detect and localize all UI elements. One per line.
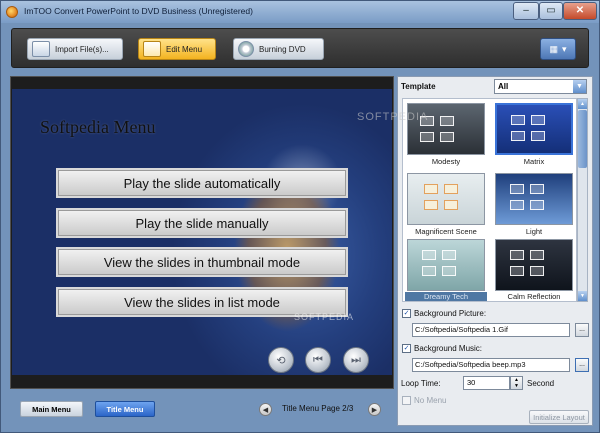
- template-scrollbar[interactable]: ▲ ▼: [577, 98, 588, 302]
- template-name[interactable]: Modesty: [405, 157, 487, 166]
- thumb-frame: [440, 132, 454, 142]
- loop-time-unit: Second: [527, 379, 555, 388]
- background-picture-field[interactable]: C:/Softpedia/Softpedia 1.Gif: [412, 323, 570, 337]
- toolbar: Import File(s)... Edit Menu Burning DVD …: [11, 28, 589, 68]
- app-window: ImTOO Convert PowerPoint to DVD Business…: [0, 0, 600, 433]
- browse-picture-button[interactable]: ...: [575, 323, 589, 337]
- thumb-frame: [510, 250, 524, 260]
- prev-page-icon[interactable]: ◀: [259, 403, 272, 416]
- thumb-frame: [444, 184, 458, 194]
- view-layout-button[interactable]: ▦ ▾: [540, 38, 576, 60]
- maximize-button[interactable]: ▭: [539, 2, 563, 20]
- thumb-frame: [530, 250, 544, 260]
- background-music-field[interactable]: C:/Softpedia/Softpedia beep.mp3: [412, 358, 570, 372]
- page-indicator: Title Menu Page 2/3: [282, 404, 354, 413]
- chevron-down-icon: ▼: [573, 80, 586, 93]
- edit-menu-icon: [143, 41, 161, 57]
- template-thumb-light[interactable]: [495, 173, 573, 225]
- thumb-frame: [510, 200, 524, 210]
- thumb-frame: [440, 116, 454, 126]
- menu-preview-canvas: Softpedia Menu Play the slide automatica…: [12, 89, 392, 375]
- template-filter-select[interactable]: All ▼: [494, 79, 587, 94]
- thumb-frame: [530, 266, 544, 276]
- minimize-button[interactable]: –: [513, 2, 539, 20]
- app-logo-icon: [6, 6, 18, 18]
- template-name[interactable]: Light: [493, 227, 575, 236]
- thumb-frame: [442, 250, 456, 260]
- scroll-up-icon[interactable]: ▲: [578, 99, 587, 109]
- template-name[interactable]: Calm Reflection: [493, 292, 575, 301]
- edit-menu-label: Edit Menu: [166, 44, 203, 54]
- main-menu-button[interactable]: Main Menu: [20, 401, 83, 417]
- template-filter-value: All: [498, 82, 509, 91]
- thumb-frame: [510, 266, 524, 276]
- menu-item-thumbnail-mode[interactable]: View the slides in thumbnail mode: [56, 247, 348, 277]
- thumb-frame: [422, 250, 436, 260]
- template-label: Template: [401, 82, 436, 91]
- edit-menu-button[interactable]: Edit Menu: [138, 38, 216, 60]
- no-menu-label: No Menu: [414, 396, 447, 405]
- menu-preview-panel: Softpedia Menu Play the slide automatica…: [10, 76, 394, 389]
- window-title: ImTOO Convert PowerPoint to DVD Business…: [24, 6, 253, 16]
- thumb-frame: [422, 266, 436, 276]
- no-menu-checkbox[interactable]: [402, 396, 411, 405]
- background-music-checkbox[interactable]: ✓: [402, 344, 411, 353]
- template-name[interactable]: Magnificent Scene: [405, 227, 487, 236]
- template-thumb-calm-reflection[interactable]: [495, 239, 573, 291]
- return-icon[interactable]: ⟲: [268, 347, 294, 373]
- chevron-down-icon: ▾: [561, 43, 567, 54]
- template-thumb-magnificent-scene[interactable]: [407, 173, 485, 225]
- background-music-label: Background Music:: [414, 344, 483, 353]
- next-page-arrow-icon[interactable]: ▶: [368, 403, 381, 416]
- thumb-frame: [511, 115, 525, 125]
- grid-view-icon: ▦: [549, 43, 558, 54]
- thumb-frame: [424, 200, 438, 210]
- burning-dvd-button[interactable]: Burning DVD: [233, 38, 324, 60]
- watermark: SOFTPEDIA: [357, 111, 429, 123]
- close-button[interactable]: ✕: [563, 2, 597, 20]
- template-thumb-dreamy-tech[interactable]: [407, 239, 485, 291]
- menu-item-play-manual[interactable]: Play the slide manually: [56, 208, 348, 238]
- scrollbar-thumb[interactable]: [578, 110, 587, 168]
- thumb-frame: [424, 184, 438, 194]
- background-picture-checkbox[interactable]: ✓: [402, 309, 411, 318]
- burning-dvd-label: Burning DVD: [259, 44, 306, 54]
- thumb-frame: [511, 131, 525, 141]
- watermark: SOFTPEDIA: [294, 312, 355, 322]
- browse-music-button[interactable]: ...: [575, 358, 589, 372]
- import-files-label: Import File(s)...: [55, 44, 109, 54]
- template-thumb-matrix[interactable]: [495, 103, 573, 155]
- menu-item-play-auto[interactable]: Play the slide automatically: [56, 168, 348, 198]
- thumb-frame: [530, 200, 544, 210]
- thumb-frame: [510, 184, 524, 194]
- dvd-disc-icon: [238, 41, 254, 57]
- thumb-frame: [420, 132, 434, 142]
- thumb-frame: [531, 131, 545, 141]
- background-picture-label: Background Picture:: [414, 309, 487, 318]
- import-file-icon: [32, 41, 50, 57]
- thumb-frame: [444, 200, 458, 210]
- title-bar: ImTOO Convert PowerPoint to DVD Business…: [1, 1, 599, 23]
- thumb-frame: [530, 184, 544, 194]
- template-panel: Template All ▼ Modesty Matrix Magnificen…: [397, 76, 593, 426]
- template-name-selected[interactable]: Dreamy Tech: [405, 292, 487, 301]
- template-name[interactable]: Matrix: [493, 157, 575, 166]
- menu-title[interactable]: Softpedia Menu: [40, 117, 155, 138]
- import-files-button[interactable]: Import File(s)...: [27, 38, 123, 60]
- loop-time-label: Loop Time:: [401, 379, 441, 388]
- initialize-layout-button[interactable]: Initialize Layout: [529, 410, 589, 424]
- next-page-icon[interactable]: ⏭: [343, 347, 369, 373]
- thumb-frame: [442, 266, 456, 276]
- menu-page-bar: Main Menu Title Menu ◀ Title Menu Page 2…: [10, 393, 394, 427]
- scroll-down-icon[interactable]: ▼: [578, 291, 587, 301]
- thumb-frame: [531, 115, 545, 125]
- previous-page-icon[interactable]: ⏮: [305, 347, 331, 373]
- loop-time-stepper[interactable]: ▲ ▼: [510, 376, 523, 390]
- title-menu-button[interactable]: Title Menu: [95, 401, 155, 417]
- template-gallery: Modesty Matrix Magnificent Scene Light D…: [402, 98, 577, 302]
- loop-time-input[interactable]: 30: [463, 376, 510, 390]
